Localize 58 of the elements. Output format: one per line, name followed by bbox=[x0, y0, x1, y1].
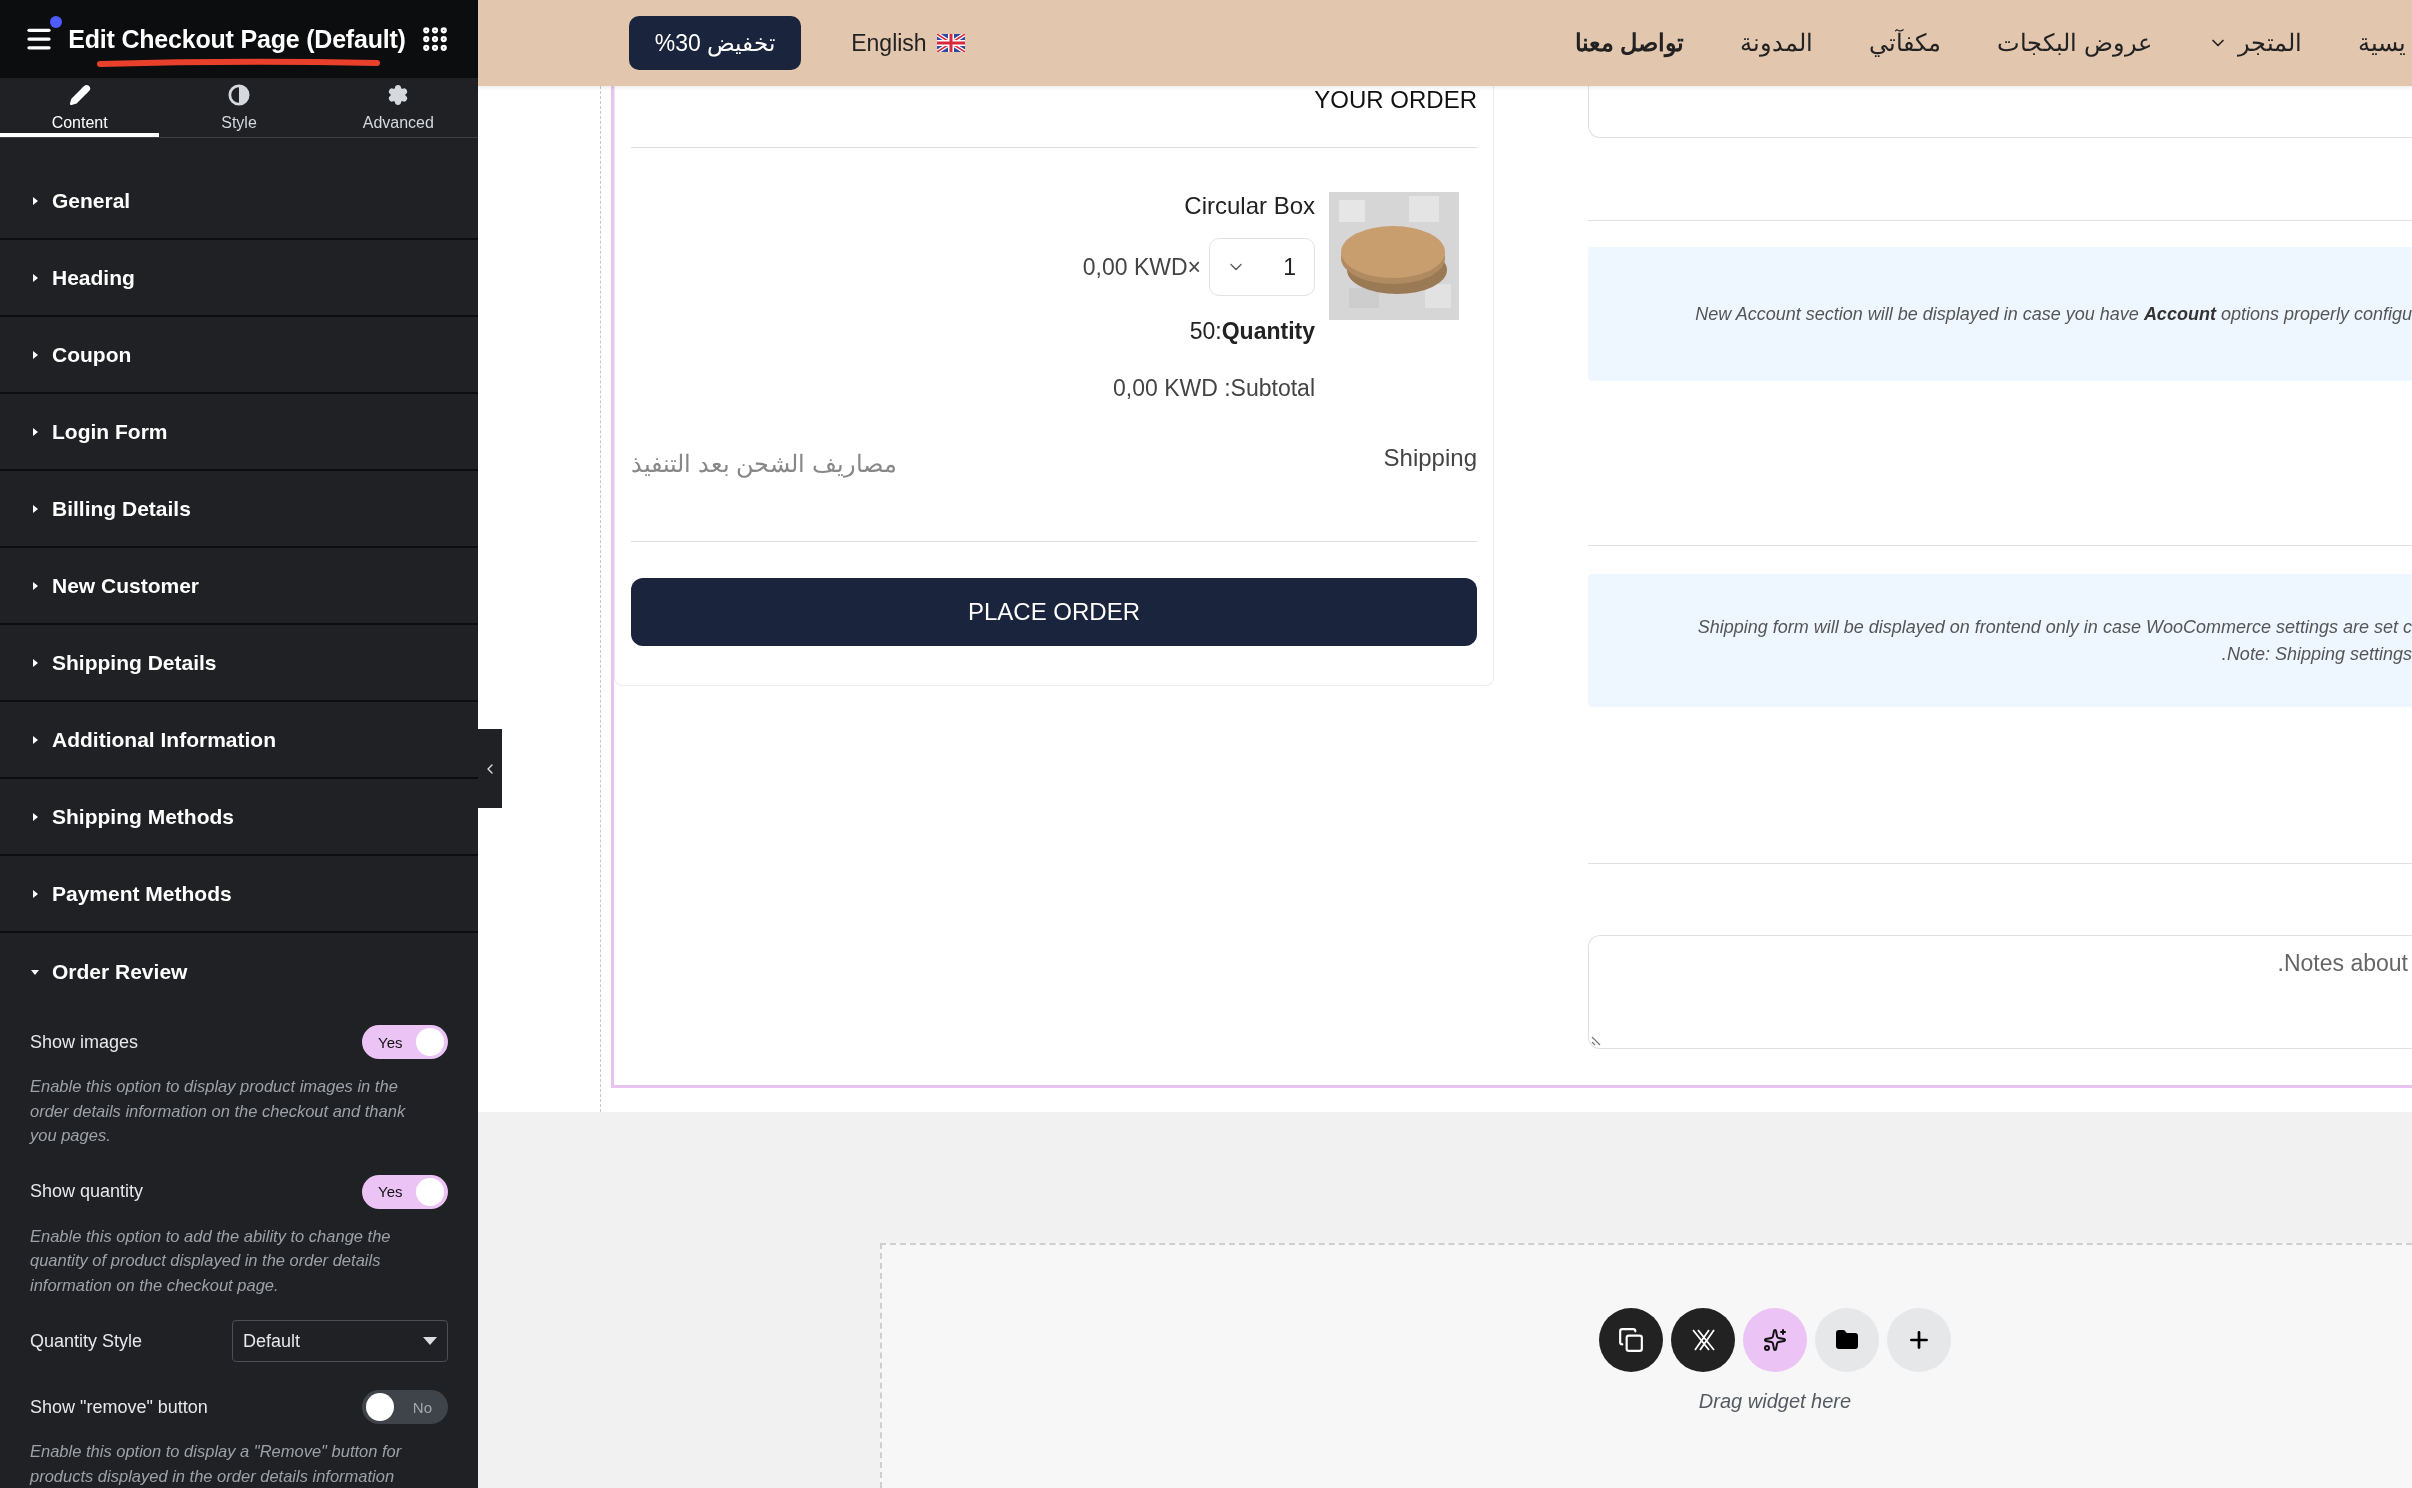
caret-icon bbox=[30, 580, 40, 591]
caret-icon bbox=[30, 349, 40, 360]
caret-icon bbox=[30, 657, 40, 668]
quantity-select[interactable]: 1 bbox=[1209, 238, 1315, 296]
notes-field[interactable]: Notes about. bbox=[1588, 935, 2412, 1049]
nav-link[interactable]: تواصل معنا bbox=[1574, 29, 1685, 57]
shipping-value: مصاريف الشحن بعد التنفيذ bbox=[631, 450, 897, 478]
select-dropdown[interactable]: Default bbox=[232, 1320, 448, 1362]
toggle-switch[interactable]: No bbox=[362, 1390, 448, 1424]
product-price: 0,00 KWD× bbox=[1082, 253, 1201, 281]
editor-title: Edit Checkout Page (Default) bbox=[68, 24, 406, 54]
double-x-icon bbox=[1690, 1327, 1716, 1353]
input-field[interactable] bbox=[1588, 86, 2412, 138]
toggle-switch[interactable]: Yes bbox=[362, 1174, 448, 1209]
pencil-icon bbox=[68, 84, 91, 106]
drop-hint: Drag widget here bbox=[1698, 1390, 1852, 1413]
control-description: Enable this option to display a "Remove" button for products displayed in the order details information bbox=[30, 1441, 403, 1487]
folder-icon bbox=[1835, 1328, 1859, 1352]
flag-icon bbox=[936, 34, 965, 52]
nav-link[interactable]: المدونة bbox=[1740, 29, 1814, 57]
order-heading: YOUR ORDER bbox=[1314, 86, 1477, 114]
caret-icon bbox=[30, 426, 40, 437]
quantity-text: 50:Quantity bbox=[1189, 318, 1315, 345]
notice-text: Note: Shipping settings. bbox=[2221, 643, 2412, 665]
control-description: Enable this option to add the ability to change the quantity of product displayed in the order details information on the checkout page. bbox=[30, 1225, 392, 1296]
nav-link[interactable]: عروض البكجات bbox=[1997, 29, 2152, 57]
caret-icon bbox=[30, 811, 40, 822]
control-label: Show images bbox=[30, 1031, 139, 1053]
panel-tab[interactable]: Advanced bbox=[318, 78, 478, 137]
caret-icon bbox=[30, 272, 40, 283]
toggle-switch[interactable]: Yes bbox=[362, 1025, 448, 1059]
nav-link[interactable]: يسية bbox=[2358, 29, 2406, 57]
notice-text: Shipping form will be displayed on frontend only in case WooCommerce settings are set c bbox=[1697, 616, 2412, 638]
collapse-handle[interactable] bbox=[478, 729, 502, 808]
place-order-button[interactable]: PLACE ORDER bbox=[631, 578, 1477, 646]
product-name: Circular Box bbox=[1184, 192, 1315, 220]
caret-icon bbox=[30, 503, 40, 514]
control-label: Show "remove" button bbox=[30, 1396, 208, 1418]
caret-icon bbox=[30, 734, 40, 745]
control-label: Show quantity bbox=[30, 1181, 144, 1202]
copy-icon bbox=[1618, 1327, 1644, 1353]
nav-link[interactable]: مكفآتي bbox=[1869, 29, 1942, 57]
control-label: Quantity Style bbox=[30, 1330, 143, 1352]
caret-icon bbox=[30, 888, 40, 899]
sparkles-icon bbox=[1763, 1328, 1787, 1352]
control-description: Enable this option to display product images in the order details information on the checkout and thank you pages. bbox=[30, 1076, 407, 1146]
nav-link[interactable]: المتجر bbox=[2208, 29, 2302, 57]
caret-icon bbox=[30, 195, 40, 206]
contrast-icon bbox=[227, 84, 251, 106]
notice-text: New Account section will be displayed in case you have Account options properly configu bbox=[1695, 303, 2412, 325]
shipping-label: Shipping bbox=[1383, 444, 1477, 472]
notification-dot-icon bbox=[50, 16, 62, 28]
language-link[interactable]: English bbox=[851, 29, 965, 57]
caret-icon bbox=[423, 1337, 437, 1345]
panel-tab[interactable]: Style bbox=[159, 78, 319, 137]
subtotal-text: 0,00 KWD :Subtotal bbox=[1113, 375, 1315, 402]
promo-button[interactable]: %30 تخفيض bbox=[628, 16, 802, 70]
grid-icon bbox=[420, 24, 450, 54]
